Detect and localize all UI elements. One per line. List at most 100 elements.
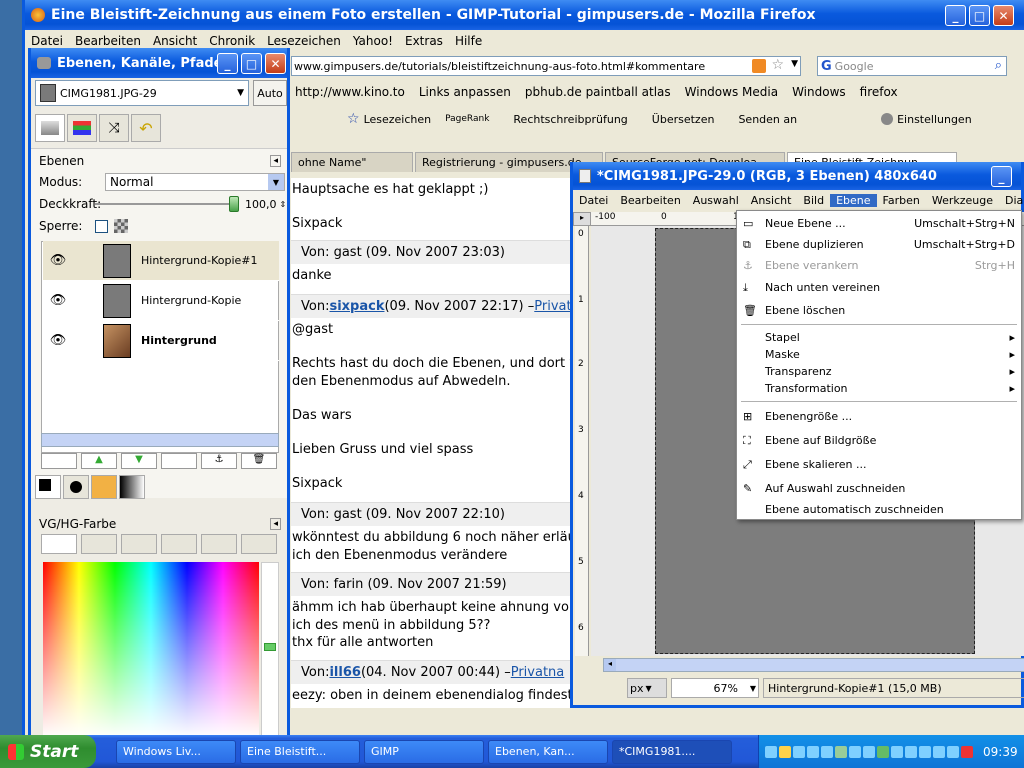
menu-item-delete[interactable]: 🗑 Ebene löschen (743, 304, 1015, 317)
private-message-link[interactable]: Privat (534, 299, 571, 314)
tray-icon[interactable] (793, 745, 805, 758)
network-icon[interactable] (807, 745, 819, 758)
auto-button[interactable]: Auto (253, 80, 287, 106)
img-menu-farben[interactable]: Farben (877, 194, 926, 207)
tab-channels[interactable] (67, 114, 97, 142)
layers-close-button[interactable]: ✕ (265, 53, 286, 74)
task-firefox[interactable]: Eine Bleistift... (240, 739, 360, 764)
private-message-link[interactable]: Privatna (511, 665, 565, 680)
tab-layers[interactable] (35, 114, 65, 142)
layer-row[interactable]: 👁 Hintergrund-Kopie (43, 281, 279, 321)
eye-icon[interactable]: 👁 (43, 253, 73, 268)
unit-select[interactable]: px ▼ (627, 678, 667, 698)
menu-item-crop[interactable]: ✎ Auf Auswahl zuschneiden (743, 482, 1015, 495)
shield-icon[interactable] (779, 745, 791, 758)
img-menu-bild[interactable]: Bild (797, 194, 830, 207)
menu-item-layer-to-image[interactable]: ⛶ Ebene auf Bildgröße (743, 434, 1015, 447)
star-icon[interactable]: ☆ (771, 57, 784, 73)
duplicate-layer-button[interactable] (161, 453, 197, 469)
tray-icon[interactable] (849, 745, 861, 758)
eye-icon[interactable]: 👁 (43, 333, 73, 348)
layer-row[interactable]: 👁 Hintergrund (43, 321, 279, 361)
anchor-layer-button[interactable]: ⚓ (201, 453, 237, 469)
tab-ohne-name[interactable]: ohne Name" (291, 152, 413, 172)
tray-icon[interactable] (891, 745, 903, 758)
image-titlebar[interactable]: *CIMG1981.JPG-29.0 (RGB, 3 Ebenen) 480x6… (573, 162, 1021, 190)
menu-item-stack[interactable]: Stapel ▸ (765, 331, 1015, 344)
search-icon[interactable]: ⌕ (995, 58, 1002, 73)
lower-layer-button[interactable]: ▼ (121, 453, 157, 469)
img-menu-werkzeuge[interactable]: Werkzeuge (926, 194, 999, 207)
google-icon[interactable]: G (818, 59, 835, 74)
delete-layer-button[interactable]: 🗑 (241, 453, 277, 469)
menu-item-mask[interactable]: Maske ▸ (765, 348, 1015, 361)
bookmark-pbhub[interactable]: pbhub.de paintball atlas (525, 85, 671, 99)
bookmark-firefox[interactable]: firefox (860, 85, 898, 99)
brush-tab[interactable] (63, 475, 89, 499)
fg-bg-color-tab[interactable] (35, 475, 61, 499)
strip-handle[interactable] (264, 643, 276, 651)
wheel-selector-tab[interactable] (121, 534, 157, 554)
image-minimize-button[interactable]: _ (991, 166, 1012, 187)
menu-item-transform[interactable]: Transformation ▸ (765, 382, 1015, 395)
menu-bearbeiten[interactable]: Bearbeiten (69, 34, 147, 48)
pagerank-widget[interactable]: PageRank (445, 114, 489, 124)
menu-item-new-layer[interactable]: ▭ Neue Ebene ... Umschalt+Strg+N (743, 217, 1015, 230)
translate-button[interactable]: Übersetzen (652, 113, 715, 126)
layers-maximize-button[interactable]: □ (241, 53, 262, 74)
tab-paths[interactable]: ⤨ (99, 114, 129, 142)
tray-icon[interactable] (919, 745, 931, 758)
opacity-value[interactable]: 100,0 (245, 198, 277, 211)
water-selector-tab[interactable] (161, 534, 197, 554)
color-strip[interactable] (261, 562, 279, 738)
menu-item-autocrop[interactable]: Ebene automatisch zuschneiden (765, 503, 1015, 516)
tray-icon[interactable] (905, 745, 917, 758)
left-ruler[interactable]: 0 1 2 3 4 5 6 (575, 226, 589, 656)
close-button[interactable]: ✕ (993, 5, 1014, 26)
task-ebenen[interactable]: Ebenen, Kan... (488, 739, 608, 764)
gradient-tab[interactable] (119, 475, 145, 499)
img-menu-auswahl[interactable]: Auswahl (687, 194, 745, 207)
bookmark-windows[interactable]: Windows (792, 85, 846, 99)
chevron-down-icon[interactable]: ▼ (791, 59, 798, 69)
panel-menu-icon[interactable]: ◂ (270, 155, 281, 167)
menu-item-merge-down[interactable]: ⤓ Nach unten vereinen (743, 281, 1015, 294)
lock-alpha-checkbox[interactable] (95, 219, 108, 233)
img-menu-ebene[interactable]: Ebene (830, 193, 877, 207)
menu-item-layer-size[interactable]: ⊞ Ebenengröße ... (743, 410, 1015, 423)
menu-item-transparency[interactable]: Transparenz ▸ (765, 365, 1015, 378)
scroll-left-icon[interactable]: ◂ (604, 659, 616, 671)
img-menu-dialoge[interactable]: Dialoge (999, 194, 1024, 207)
img-menu-bearbeiten[interactable]: Bearbeiten (614, 194, 686, 207)
menu-item-scale[interactable]: ⤢ Ebene skalieren ... (743, 458, 1015, 471)
menu-item-duplicate[interactable]: ⧉ Ebene duplizieren Umschalt+Strg+D (743, 238, 1015, 251)
mode-select[interactable]: Normal ▼ (105, 173, 285, 191)
printer-selector-tab[interactable] (81, 534, 117, 554)
raise-layer-button[interactable]: ▲ (81, 453, 117, 469)
settings-button[interactable]: Einstellungen (897, 113, 972, 126)
send-button[interactable]: Senden an (738, 113, 797, 126)
tab-undo[interactable]: ↶ (131, 114, 161, 142)
zoom-select[interactable]: 67% ▼ (671, 678, 759, 698)
tray-icon[interactable] (961, 745, 973, 758)
tray-icon[interactable] (765, 745, 777, 758)
start-button[interactable]: Start (0, 735, 96, 768)
layer-row[interactable]: 👁 Hintergrund-Kopie#1 (43, 241, 279, 281)
menu-datei[interactable]: Datei (25, 34, 69, 48)
task-gimp[interactable]: GIMP (364, 739, 484, 764)
firefox-titlebar[interactable]: Eine Bleistift-Zeichnung aus einem Foto … (25, 0, 1024, 30)
scales-selector-tab[interactable] (241, 534, 277, 554)
menu-yahoo[interactable]: Yahoo! (347, 34, 399, 48)
tray-icon[interactable] (863, 745, 875, 758)
search-input[interactable]: G Google ⌕ (817, 56, 1007, 76)
minimize-button[interactable]: _ (945, 5, 966, 26)
horizontal-scrollbar[interactable] (41, 433, 279, 447)
tray-icon[interactable] (947, 745, 959, 758)
img-menu-datei[interactable]: Datei (573, 194, 614, 207)
new-layer-button[interactable] (41, 453, 77, 469)
task-windows-live[interactable]: Windows Liv... (116, 739, 236, 764)
gimp-selector-tab[interactable] (41, 534, 77, 554)
volume-icon[interactable] (933, 745, 945, 758)
user-link-ill66[interactable]: ill66 (329, 665, 360, 680)
color-picker-area[interactable] (43, 562, 259, 738)
